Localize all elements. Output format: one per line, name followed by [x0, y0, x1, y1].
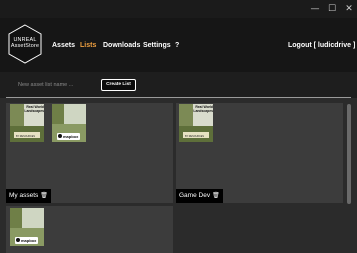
maximize-icon[interactable]: ☐ — [325, 2, 339, 16]
trash-icon[interactable]: 🗑 — [212, 189, 220, 203]
new-list-name-input[interactable] — [18, 79, 94, 91]
list-name: Game Dev — [179, 192, 211, 199]
minimize-icon[interactable]: — — [308, 2, 322, 16]
mapbox-badge: mapbox — [15, 237, 39, 244]
unreal-assetstore-logo[interactable]: UNREAL AssetStore — [8, 24, 42, 64]
mapbox-label: mapbox — [63, 134, 79, 139]
mapbox-logo-icon — [58, 134, 62, 139]
list-name: My assets — [9, 192, 39, 199]
window-titlebar: — ☐ ✕ — [0, 0, 357, 18]
asset-thumbnail-landscapes[interactable]: Real World Landscapes BY RESOURCES — [10, 104, 44, 142]
logout-link[interactable]: Logout [ ludicdrive ] — [288, 42, 355, 49]
nav-assets[interactable]: Assets — [52, 42, 75, 49]
asset-publisher: BY RESOURCES — [16, 135, 35, 138]
mapbox-badge: mapbox — [57, 133, 81, 140]
scrollbar-thumb[interactable] — [347, 104, 351, 204]
asset-title: Real World Landscapes — [193, 105, 213, 113]
list-name-label: My assets 🗑 — [6, 189, 51, 203]
list-name-label: Game Dev 🗑 — [176, 189, 223, 203]
nav-help[interactable]: ? — [175, 42, 179, 49]
create-list-bar: Create List — [0, 72, 357, 98]
asset-title: Real World Landscapes — [24, 105, 44, 113]
asset-thumbnail-mapbox[interactable]: mapbox — [52, 104, 86, 142]
close-icon[interactable]: ✕ — [342, 2, 356, 16]
logo-text: UNREAL AssetStore — [8, 37, 42, 49]
logo-line-2: AssetStore — [10, 43, 40, 49]
asset-thumbnail-mapbox[interactable]: mapbox — [10, 208, 44, 246]
create-list-button[interactable]: Create List — [101, 79, 136, 91]
asset-thumbnail-landscapes[interactable]: Real World Landscapes BY RESOURCES — [179, 104, 213, 142]
nav-lists[interactable]: Lists — [80, 42, 96, 49]
nav-settings[interactable]: Settings — [143, 42, 171, 49]
trash-icon[interactable]: 🗑 — [40, 189, 48, 203]
asset-publisher: BY RESOURCES — [185, 135, 204, 138]
app-header: UNREAL AssetStore Assets Lists Downloads… — [0, 18, 357, 72]
nav-downloads[interactable]: Downloads — [103, 42, 140, 49]
mapbox-logo-icon — [16, 238, 20, 243]
mapbox-label: mapbox — [21, 238, 37, 243]
